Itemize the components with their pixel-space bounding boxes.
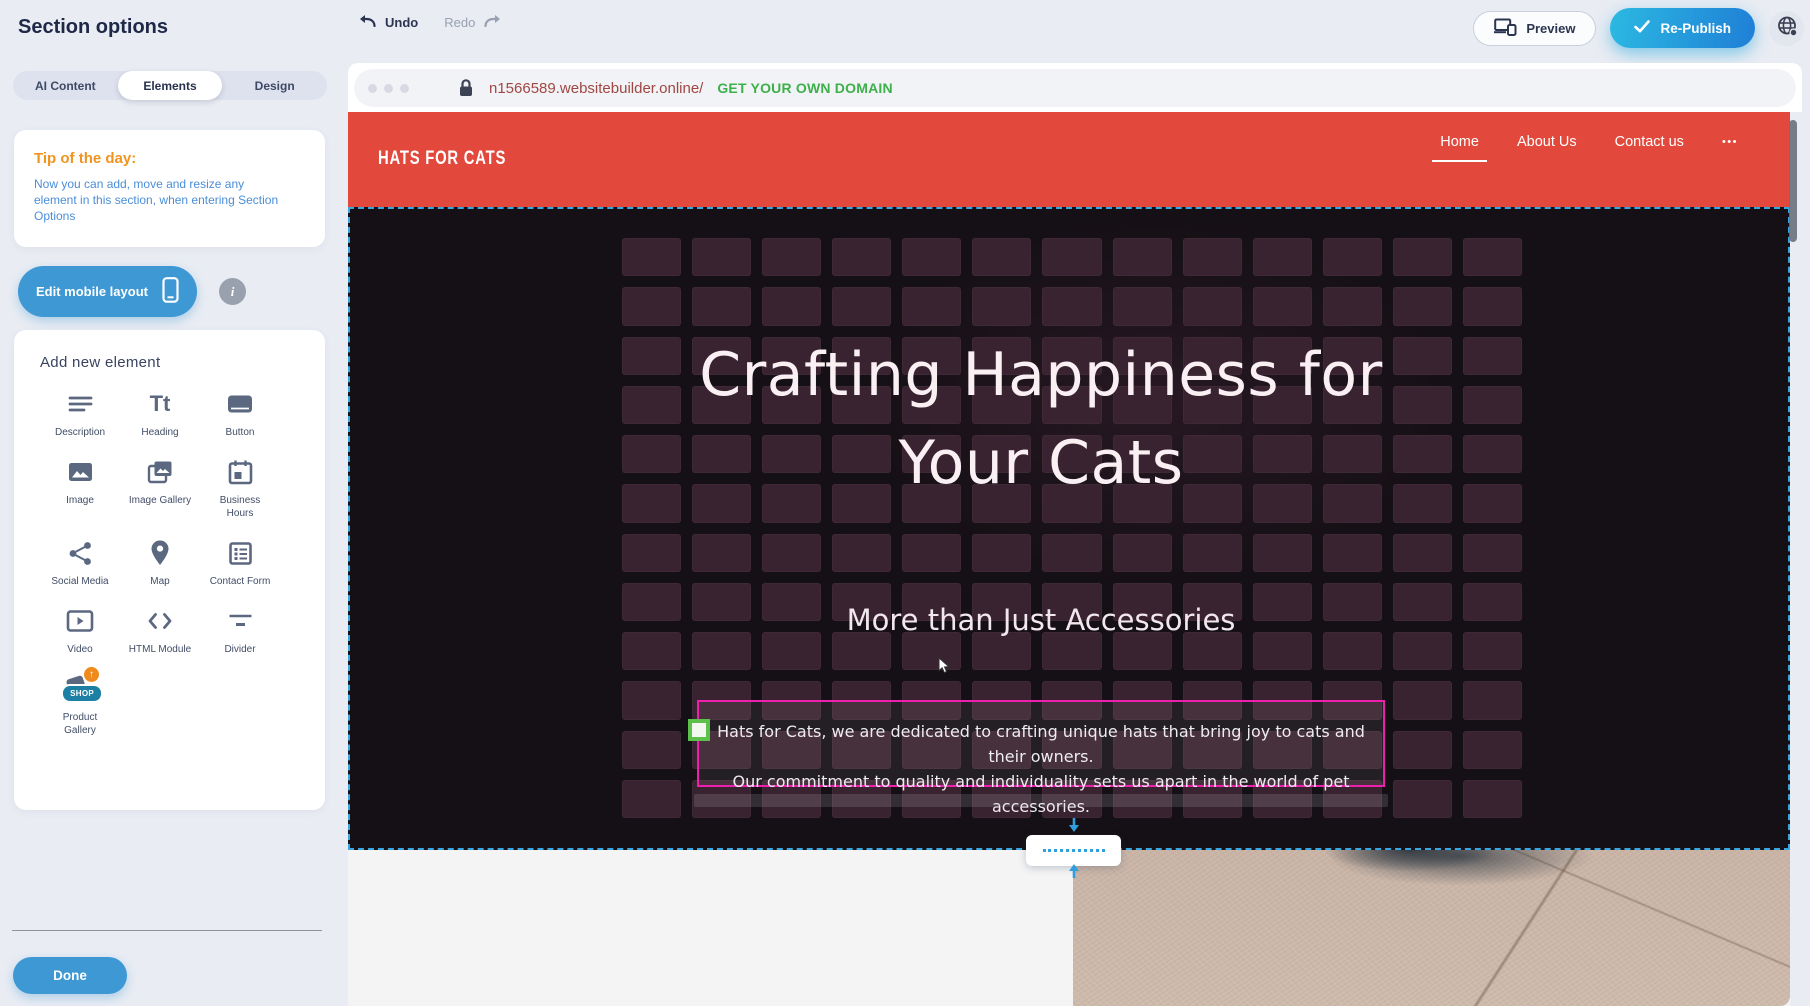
element-divider[interactable]: Divider [200, 606, 280, 656]
panel-tabs: AI Content Elements Design [13, 71, 327, 100]
business-hours-icon [227, 457, 254, 487]
redo-icon [483, 14, 502, 30]
nav-home[interactable]: Home [1440, 134, 1479, 162]
undo-button[interactable]: Undo [358, 14, 418, 30]
site-nav: Home About Us Contact us ••• [1440, 134, 1738, 162]
devices-icon [1494, 18, 1517, 39]
video-icon [66, 606, 94, 636]
edit-mobile-layout-button[interactable]: Edit mobile layout [18, 266, 197, 317]
map-pin-icon [147, 538, 173, 568]
element-html-module[interactable]: HTML Module [120, 606, 200, 656]
element-video[interactable]: Video [40, 606, 120, 656]
product-gallery-icon: ↑ SHOP [63, 674, 97, 704]
panel-title: Section options [18, 16, 168, 39]
element-grid: Description Tt Heading Button Ima [40, 389, 325, 737]
language-globe-button[interactable] [1769, 11, 1804, 46]
element-image-gallery[interactable]: Image Gallery [120, 457, 200, 520]
element-ghost-bar [694, 794, 1388, 807]
scrollbar-thumb[interactable] [1789, 120, 1797, 242]
site-header: HATS FOR CATS Home About Us Contact us •… [348, 112, 1790, 207]
contact-form-icon [227, 538, 254, 568]
element-heading[interactable]: Tt Heading [120, 389, 200, 439]
tip-of-the-day-card: Tip of the day: Now you can add, move an… [14, 130, 325, 247]
mouse-cursor [938, 657, 952, 680]
element-button[interactable]: Button [200, 389, 280, 439]
description-line1: Hats for Cats, we are dedicated to craft… [717, 722, 1365, 766]
republish-label: Re-Publish [1660, 21, 1731, 36]
redo-label: Redo [444, 15, 475, 30]
check-icon [1634, 20, 1650, 36]
website-builder-app: Undo Redo Preview Re-Publish [0, 0, 1810, 1006]
element-map[interactable]: Map [120, 538, 200, 588]
element-social-media[interactable]: Social Media [40, 538, 120, 588]
hero-section-selected[interactable]: Crafting Happiness for Your Cats More th… [348, 207, 1790, 850]
drag-handle[interactable] [688, 719, 710, 741]
preview-label: Preview [1526, 21, 1575, 36]
element-contact-form[interactable]: Contact Form [200, 538, 280, 588]
undo-icon [358, 14, 377, 30]
tip-body: Now you can add, move and resize any ele… [34, 176, 284, 224]
section-resize-handle[interactable] [1026, 835, 1121, 866]
get-domain-link[interactable]: GET YOUR OWN DOMAIN [717, 80, 892, 96]
nav-more-button[interactable]: ••• [1722, 136, 1738, 160]
description-icon [67, 389, 94, 419]
lock-icon [457, 78, 475, 98]
section-options-panel: Section options AI Content Elements Desi… [0, 0, 340, 1006]
undo-label: Undo [385, 15, 418, 30]
floor-photo [1073, 850, 1790, 1006]
element-image[interactable]: Image [40, 457, 120, 520]
edit-mobile-layout-label: Edit mobile layout [36, 284, 148, 299]
hero-subheading[interactable]: More than Just Accessories [350, 603, 1732, 637]
republish-button[interactable]: Re-Publish [1610, 8, 1755, 48]
site-preview-window: n1566589.websitebuilder.online/ GET YOUR… [348, 63, 1802, 1006]
add-new-element-card: Add new element Description Tt Heading [14, 330, 325, 810]
dotted-resize-line [1043, 849, 1105, 852]
redo-button[interactable]: Redo [444, 14, 502, 30]
hero-content: Crafting Happiness for Your Cats More th… [350, 209, 1732, 848]
site-url[interactable]: n1566589.websitebuilder.online/ [489, 80, 703, 97]
site-logo[interactable]: HATS FOR CATS [378, 148, 506, 170]
element-description[interactable]: Description [40, 389, 120, 439]
divider-icon [227, 606, 254, 636]
sidebar-divider [12, 930, 322, 931]
image-gallery-icon [146, 457, 174, 487]
arrow-down-icon [1067, 818, 1081, 838]
code-icon [146, 606, 174, 636]
nav-about-us[interactable]: About Us [1517, 134, 1577, 162]
description-textbox-selected[interactable]: Hats for Cats, we are dedicated to craft… [697, 700, 1385, 787]
button-icon [226, 389, 254, 419]
element-product-gallery[interactable]: ↑ SHOP Product Gallery [40, 674, 120, 737]
info-icon[interactable]: i [219, 278, 246, 305]
tab-elements[interactable]: Elements [118, 71, 223, 100]
done-button[interactable]: Done [13, 957, 127, 994]
heading-icon: Tt [150, 389, 171, 419]
tip-title: Tip of the day: [34, 150, 305, 167]
nav-contact-us[interactable]: Contact us [1615, 134, 1684, 162]
browser-dots-icon [368, 84, 409, 93]
preview-button[interactable]: Preview [1473, 11, 1596, 46]
arrow-up-icon [1067, 863, 1081, 883]
shop-badge: SHOP [61, 684, 103, 703]
url-bar: n1566589.websitebuilder.online/ GET YOUR… [354, 69, 1796, 107]
add-new-element-title: Add new element [40, 354, 325, 371]
social-media-icon [67, 538, 94, 568]
browser-chrome: n1566589.websitebuilder.online/ GET YOUR… [348, 63, 1802, 112]
upgrade-arrow-badge: ↑ [84, 667, 99, 682]
tab-ai-content[interactable]: AI Content [13, 71, 118, 100]
globe-icon [1775, 14, 1799, 43]
tab-design[interactable]: Design [222, 71, 327, 100]
smartphone-icon [162, 277, 179, 306]
element-business-hours[interactable]: Business Hours [200, 457, 280, 520]
hero-heading[interactable]: Crafting Happiness for Your Cats [350, 331, 1732, 507]
image-icon [67, 457, 94, 487]
